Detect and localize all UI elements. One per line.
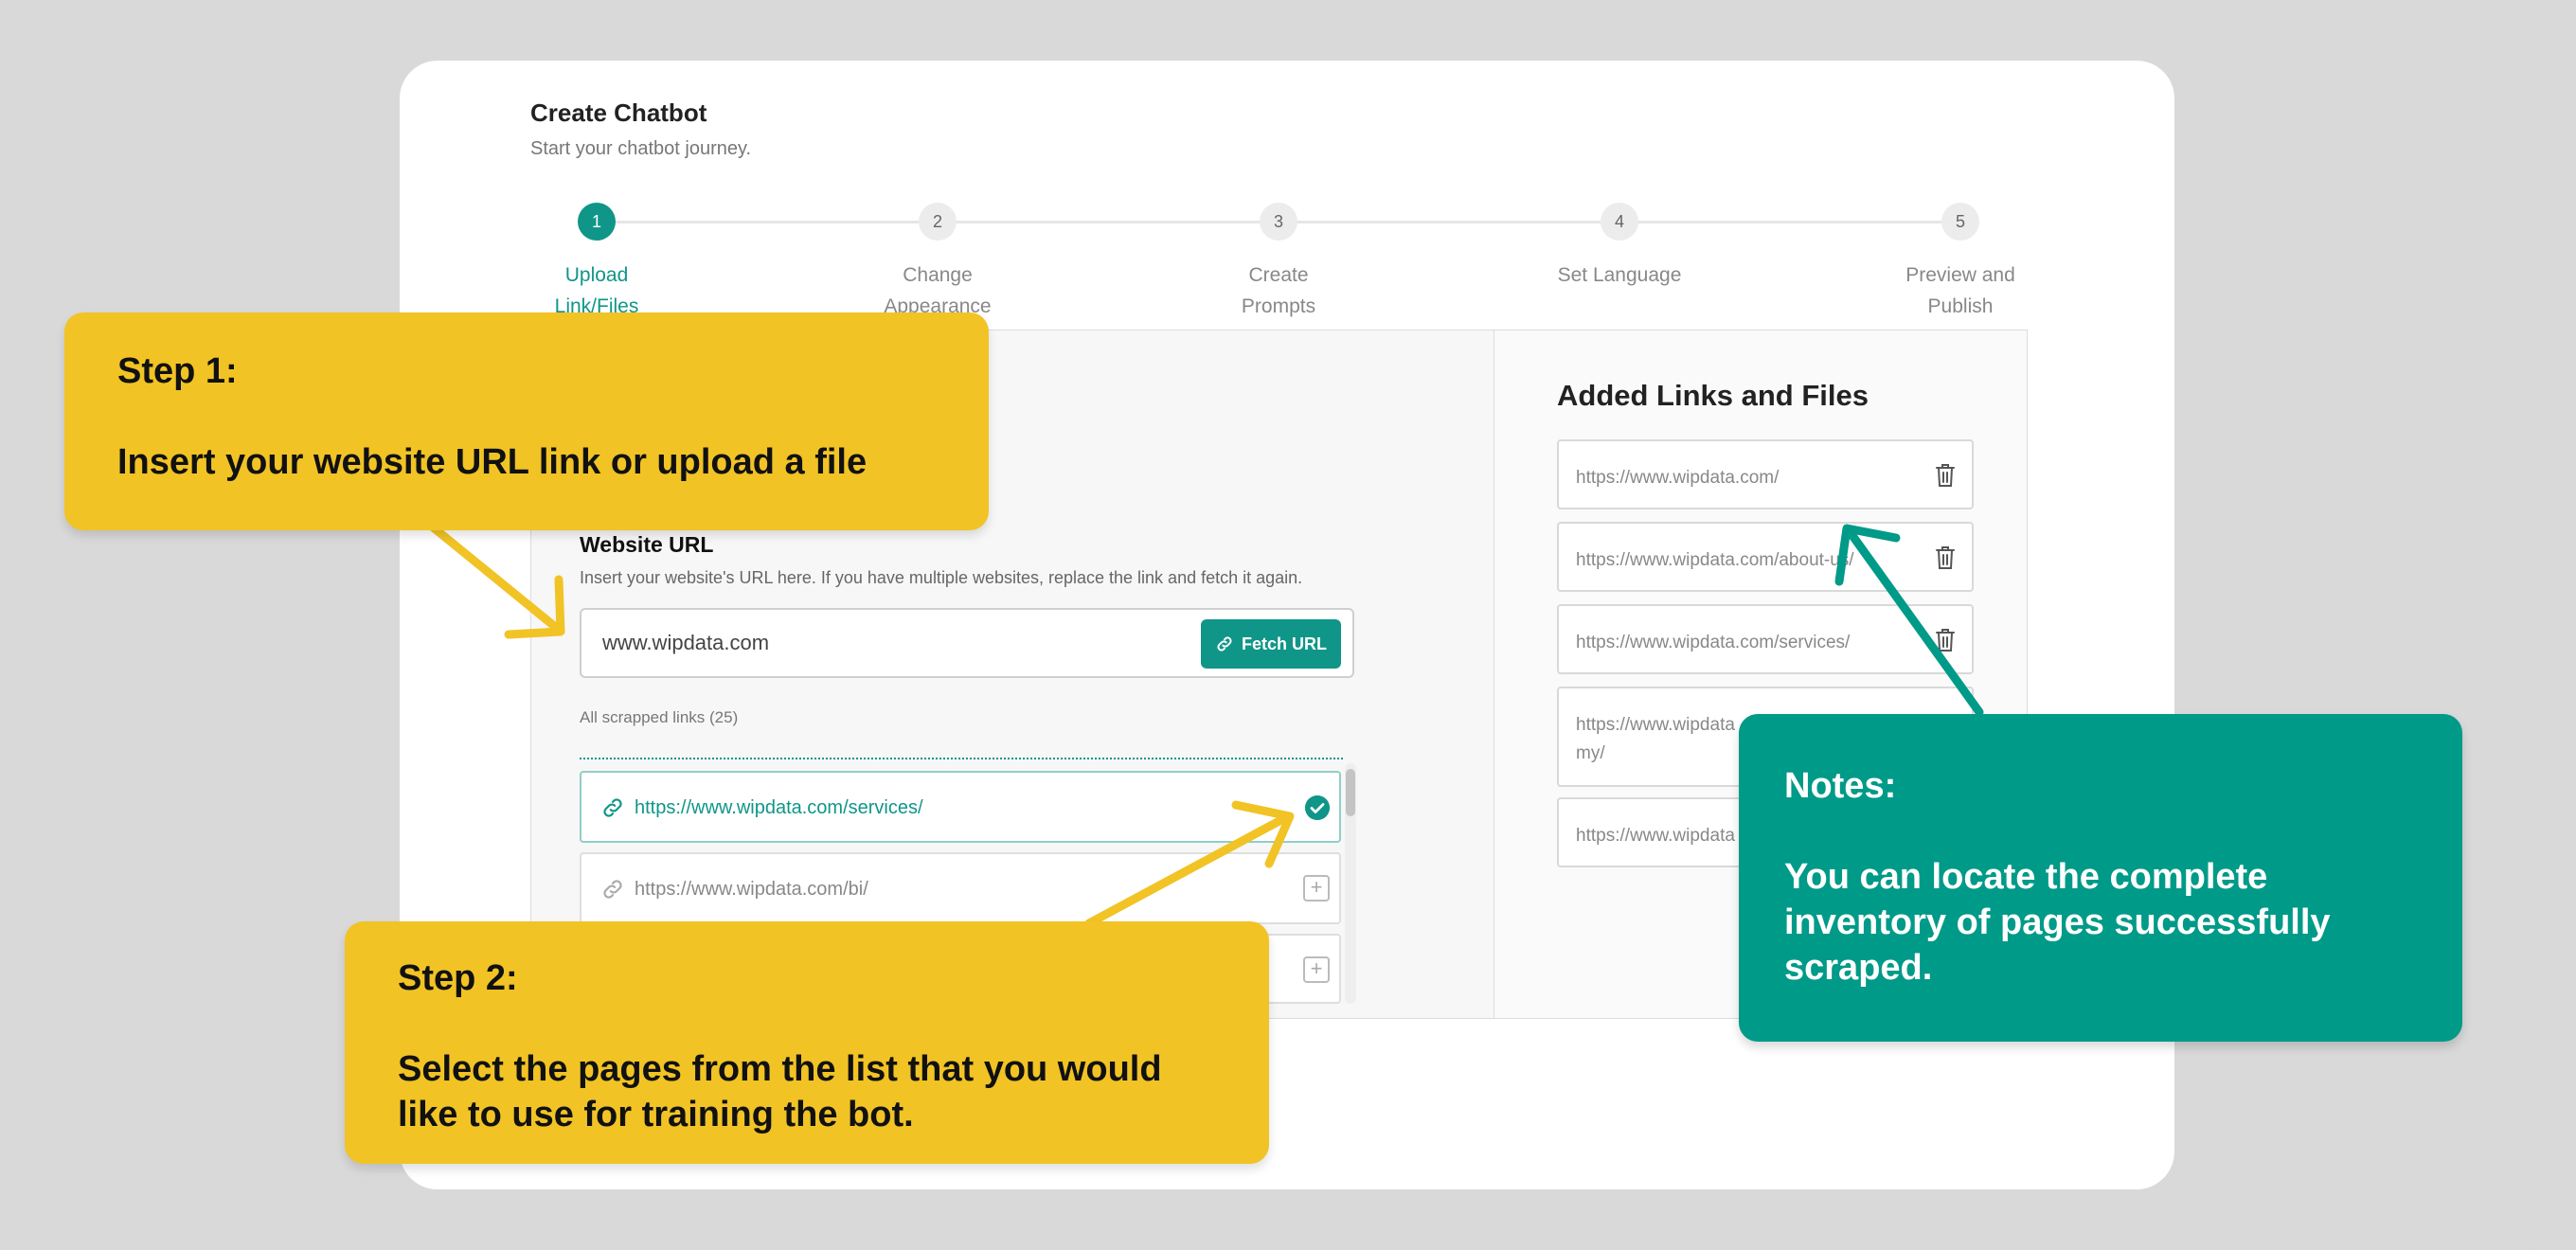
added-link-item: https://www.wipdata.com/ [1557, 439, 1974, 509]
add-icon[interactable]: + [1303, 956, 1330, 983]
step-label: Set Language [1557, 264, 1682, 286]
added-links-title: Added Links and Files [1557, 379, 1869, 412]
added-link-url: https://www.wipdata [1576, 826, 1735, 846]
added-link-url: https://www.wipdata.com/services/ [1576, 633, 1851, 652]
callout-step1-heading: Step 1: [117, 351, 238, 391]
step-publish[interactable]: 5 Preview and Publish [1856, 203, 2065, 322]
url-value: www.wipdata.com [602, 631, 770, 654]
callout-step1-text: Insert your website URL link or upload a… [117, 442, 868, 482]
scraped-link-url: https://www.wipdata.com/services/ [635, 797, 923, 818]
scraped-link-item[interactable]: https://www.wipdata.com/services/ [580, 771, 1341, 843]
callout-step2-text: Select the pages from the list that you … [398, 1049, 1162, 1134]
callout-step2: Step 2: Select the pages from the list t… [345, 921, 1269, 1164]
scraped-links-count: All scrapped links (25) [580, 708, 739, 726]
link-icon [603, 880, 622, 899]
added-link-url: https://www.wipdata my/ [1576, 715, 1735, 763]
callout-notes-heading: Notes: [1784, 766, 1897, 806]
check-icon[interactable] [1305, 795, 1330, 820]
website-url-title: Website URL [580, 532, 714, 557]
list-divider [580, 758, 1343, 759]
step-number: 3 [1260, 203, 1297, 241]
step-number: 2 [919, 203, 957, 241]
scraped-link-url: https://www.wipdata.com/bi/ [635, 879, 868, 900]
page-title: Create Chatbot [530, 98, 707, 127]
added-link-url: https://www.wipdata.com/about-us/ [1576, 550, 1854, 570]
scraped-link-item[interactable]: https://www.wipdata.com/bi/ + [580, 852, 1341, 924]
step-number: 1 [578, 203, 616, 241]
callout-notes-text: You can locate the complete inventory of… [1784, 857, 2331, 988]
link-icon [603, 798, 622, 817]
step-label: Preview and Publish [1905, 264, 2015, 317]
added-link-item: https://www.wipdata.com/services/ [1557, 604, 1974, 674]
website-url-description: Insert your website's URL here. If you h… [580, 568, 1303, 587]
fetch-url-label: Fetch URL [1242, 634, 1327, 653]
link-icon [1217, 636, 1232, 652]
added-link-item: https://www.wipdata.com/about-us/ [1557, 522, 1974, 592]
website-url-input[interactable]: www.wipdata.com Fetch URL [580, 608, 1354, 678]
callout-step1: Step 1: Insert your website URL link or … [64, 312, 989, 530]
trash-icon[interactable] [1934, 462, 1957, 489]
trash-icon[interactable] [1934, 545, 1957, 571]
step-label: Create Prompts [1241, 264, 1316, 317]
callout-step2-heading: Step 2: [398, 958, 518, 998]
step-number: 4 [1601, 203, 1638, 241]
page-subtitle: Start your chatbot journey. [530, 138, 752, 159]
step-upload[interactable]: 1 Upload Link/Files [492, 203, 701, 322]
trash-icon[interactable] [1934, 627, 1957, 653]
added-link-url: https://www.wipdata.com/ [1576, 468, 1780, 488]
step-appearance[interactable]: 2 Change Appearance [833, 203, 1042, 322]
step-number: 5 [1941, 203, 1979, 241]
callout-notes: Notes: You can locate the complete inven… [1739, 714, 2462, 1042]
step-prompts[interactable]: 3 Create Prompts [1174, 203, 1383, 322]
add-icon[interactable]: + [1303, 875, 1330, 902]
step-language[interactable]: 4 Set Language [1515, 203, 1724, 291]
fetch-url-button[interactable]: Fetch URL [1201, 619, 1341, 669]
scrollbar-thumb[interactable] [1346, 769, 1355, 816]
